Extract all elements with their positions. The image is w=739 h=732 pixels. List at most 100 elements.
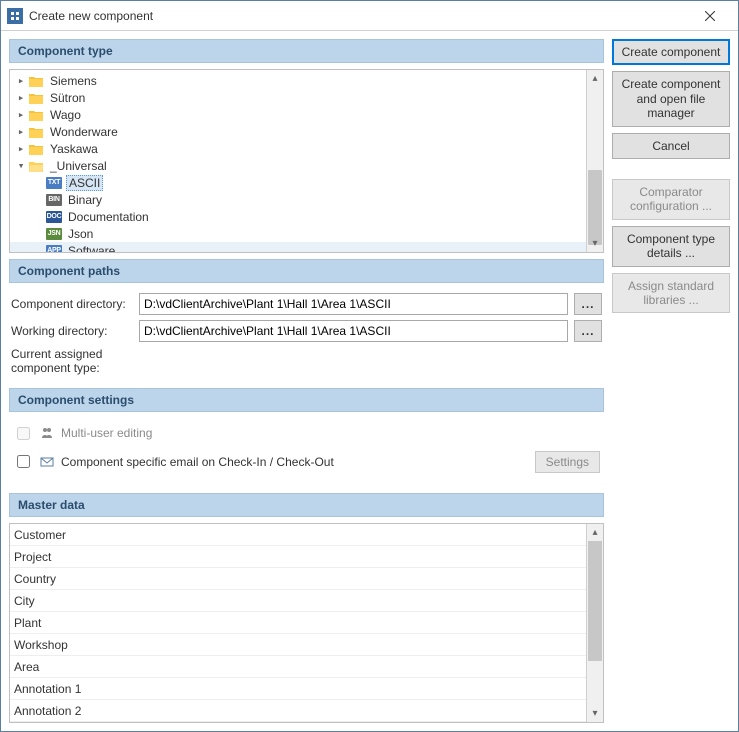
master-label: Customer — [10, 528, 82, 542]
master-label: Workshop — [10, 638, 82, 652]
master-label: Plant — [10, 616, 82, 630]
txt-file-icon: TXT — [46, 176, 62, 190]
master-row-country[interactable]: Country — [10, 568, 586, 590]
master-row-area[interactable]: Area — [10, 656, 586, 678]
master-label: Project — [10, 550, 82, 564]
component-paths-body: Component directory: ... Working directo… — [9, 289, 604, 382]
section-header-component-type: Component type — [9, 39, 604, 63]
users-icon — [39, 425, 55, 441]
master-label: Annotation 2 — [10, 704, 82, 718]
tree-label: Siemens — [50, 74, 97, 88]
scroll-up-icon[interactable]: ▴ — [587, 524, 603, 541]
master-row-annotation2[interactable]: Annotation 2 — [10, 700, 586, 722]
tree-label: Wonderware — [50, 125, 118, 139]
email-checkin-row: Component specific email on Check-In / C… — [13, 451, 600, 473]
folder-icon — [28, 142, 44, 156]
folder-icon — [28, 108, 44, 122]
working-directory-label: Working directory: — [11, 324, 133, 338]
tree-folder-yaskawa[interactable]: ▸ Yaskawa — [10, 140, 586, 157]
chevron-down-icon[interactable]: ▾ — [14, 159, 28, 172]
tree-folder-universal[interactable]: ▾ _Universal — [10, 157, 586, 174]
tree-folder-sutron[interactable]: ▸ Sütron — [10, 89, 586, 106]
spacer — [612, 165, 730, 173]
folder-icon — [28, 91, 44, 105]
tree-label: Sütron — [50, 91, 85, 105]
component-settings-body: Multi-user editing Component specific em… — [9, 418, 604, 487]
assigned-type-row: Current assigned component type: — [11, 347, 602, 376]
component-type-details-button[interactable]: Component type details ... — [612, 226, 730, 267]
assign-libraries-button[interactable]: Assign standard libraries ... — [612, 273, 730, 314]
master-data-table[interactable]: Customer Project Country City Plant Work… — [9, 523, 604, 723]
tree-label: Binary — [68, 193, 102, 207]
email-checkin-label: Component specific email on Check-In / C… — [61, 455, 334, 469]
section-header-master-data: Master data — [9, 493, 604, 517]
chevron-right-icon[interactable]: ▸ — [14, 125, 28, 138]
tree-scrollbar[interactable]: ▴ ▾ — [586, 70, 603, 252]
chevron-right-icon[interactable]: ▸ — [14, 142, 28, 155]
close-icon — [705, 11, 715, 21]
tree-item-software[interactable]: APP Software — [10, 242, 586, 253]
tree-label: Software — [68, 244, 115, 253]
master-row-project[interactable]: Project — [10, 546, 586, 568]
email-checkin-checkbox[interactable] — [17, 455, 30, 468]
component-directory-row: Component directory: ... — [11, 293, 602, 315]
chevron-right-icon[interactable]: ▸ — [14, 91, 28, 104]
section-header-component-settings: Component settings — [9, 388, 604, 412]
create-and-open-button[interactable]: Create component and open file manager — [612, 71, 730, 126]
dialog-window: Create new component Component type ▸ Si… — [0, 0, 739, 732]
chevron-right-icon[interactable]: ▸ — [14, 74, 28, 87]
multi-user-row: Multi-user editing — [13, 424, 600, 443]
main-column: Component type ▸ Siemens ▸ Sütron ▸ — [9, 39, 604, 723]
master-row-workshop[interactable]: Workshop — [10, 634, 586, 656]
dialog-body: Component type ▸ Siemens ▸ Sütron ▸ — [1, 31, 738, 731]
browse-component-dir-button[interactable]: ... — [574, 293, 602, 315]
master-scrollbar[interactable]: ▴ ▾ — [586, 524, 603, 722]
tree-item-binary[interactable]: BIN Binary — [10, 191, 586, 208]
scroll-thumb[interactable] — [588, 541, 602, 661]
scroll-down-icon[interactable]: ▾ — [587, 235, 603, 252]
folder-open-icon — [28, 159, 44, 173]
working-directory-row: Working directory: ... — [11, 320, 602, 342]
tree-label: ASCII — [69, 176, 100, 190]
bin-file-icon: BIN — [46, 193, 62, 207]
doc-file-icon: DOC — [46, 210, 62, 224]
tree-folder-siemens[interactable]: ▸ Siemens — [10, 72, 586, 89]
working-directory-input[interactable] — [139, 320, 568, 342]
scroll-up-icon[interactable]: ▴ — [587, 70, 603, 87]
component-type-tree[interactable]: ▸ Siemens ▸ Sütron ▸ Wago — [9, 69, 604, 253]
scroll-down-icon[interactable]: ▾ — [587, 705, 603, 722]
tree-label: Wago — [50, 108, 81, 122]
chevron-right-icon[interactable]: ▸ — [14, 108, 28, 121]
scroll-thumb[interactable] — [588, 170, 602, 245]
titlebar: Create new component — [1, 1, 738, 31]
assigned-type-label: Current assigned component type: — [11, 347, 133, 376]
cancel-button[interactable]: Cancel — [612, 133, 730, 159]
tree-folder-wonderware[interactable]: ▸ Wonderware — [10, 123, 586, 140]
master-list: Customer Project Country City Plant Work… — [10, 524, 586, 722]
component-directory-label: Component directory: — [11, 297, 133, 311]
tree-item-ascii[interactable]: TXT ASCII — [10, 174, 586, 191]
multi-user-checkbox — [17, 427, 30, 440]
master-label: Country — [10, 572, 82, 586]
tree-item-json[interactable]: JSN Json — [10, 225, 586, 242]
close-button[interactable] — [690, 1, 730, 30]
component-directory-input[interactable] — [139, 293, 568, 315]
folder-icon — [28, 125, 44, 139]
browse-working-dir-button[interactable]: ... — [574, 320, 602, 342]
comparator-config-button[interactable]: Comparator configuration ... — [612, 179, 730, 220]
email-settings-button[interactable]: Settings — [535, 451, 600, 473]
tree-folder-wago[interactable]: ▸ Wago — [10, 106, 586, 123]
app-icon — [7, 8, 23, 24]
multi-user-label: Multi-user editing — [61, 426, 152, 440]
tree-item-documentation[interactable]: DOC Documentation — [10, 208, 586, 225]
master-row-customer[interactable]: Customer — [10, 524, 586, 546]
master-row-annotation1[interactable]: Annotation 1 — [10, 678, 586, 700]
master-row-city[interactable]: City — [10, 590, 586, 612]
master-label: Annotation 1 — [10, 682, 82, 696]
master-row-plant[interactable]: Plant — [10, 612, 586, 634]
create-component-button[interactable]: Create component — [612, 39, 730, 65]
master-label: City — [10, 594, 82, 608]
json-file-icon: JSN — [46, 227, 62, 241]
app-file-icon: APP — [46, 244, 62, 253]
tree-list: ▸ Siemens ▸ Sütron ▸ Wago — [10, 70, 586, 253]
